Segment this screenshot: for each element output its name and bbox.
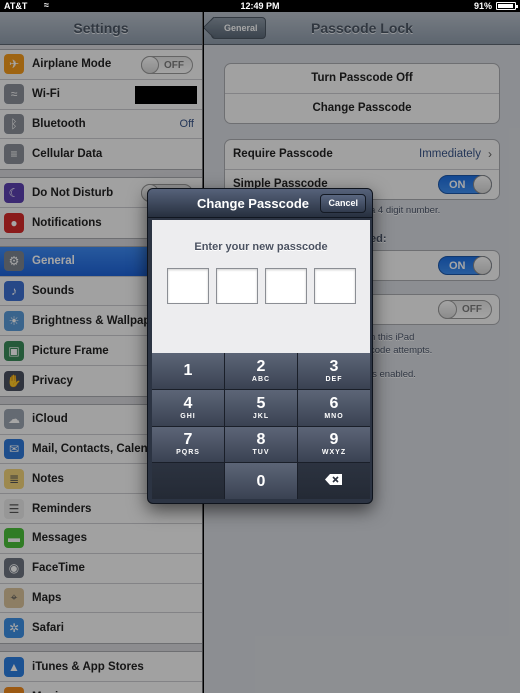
key-digit: 1 <box>183 362 193 380</box>
keypad-key-9[interactable]: 9 WXYZ <box>298 426 370 463</box>
key-letters: PQRS <box>176 449 200 457</box>
passcode-digit-boxes <box>167 268 356 304</box>
key-letters: ABC <box>251 375 271 383</box>
status-bar: AT&T ≈ 12:49 PM 91% <box>0 0 520 12</box>
numeric-keypad: 1 2 ABC 3 DEF 4 GHI 5 JKL 6 MNO 7 PQRS 8 TUV 9 WXYZ 0 <box>152 353 370 499</box>
key-letters: GHI <box>180 412 196 420</box>
dialog-titlebar: Change Passcode Cancel <box>148 189 372 218</box>
keypad-key-2[interactable]: 2 ABC <box>225 353 297 389</box>
keypad-key-7[interactable]: 7 PQRS <box>152 426 224 463</box>
change-passcode-dialog: Change Passcode Cancel Enter your new pa… <box>147 188 373 504</box>
key-digit: 5 <box>256 394 266 412</box>
key-digit: 4 <box>183 394 193 412</box>
keypad-key-5[interactable]: 5 JKL <box>225 389 297 426</box>
keypad-key-3[interactable]: 3 DEF <box>298 353 370 389</box>
key-digit: 7 <box>183 431 193 449</box>
passcode-digit-box[interactable] <box>265 268 307 304</box>
keypad-delete-key[interactable] <box>298 463 370 499</box>
battery-icon <box>496 2 518 10</box>
key-digit: 8 <box>256 431 266 449</box>
cancel-button[interactable]: Cancel <box>320 194 366 213</box>
key-digit: 2 <box>256 357 266 375</box>
battery-percent: 91% <box>473 1 492 11</box>
delete-icon <box>325 472 343 490</box>
keypad-key-8[interactable]: 8 TUV <box>225 426 297 463</box>
clock: 12:49 PM <box>240 1 280 11</box>
key-letters: WXYZ <box>321 449 347 457</box>
keypad-blank <box>152 463 224 499</box>
key-letters: JKL <box>252 412 270 420</box>
passcode-digit-box[interactable] <box>314 268 356 304</box>
keypad-key-4[interactable]: 4 GHI <box>152 389 224 426</box>
key-digit: 3 <box>329 357 339 375</box>
passcode-digit-box[interactable] <box>216 268 258 304</box>
key-letters: MNO <box>324 412 344 420</box>
key-letters: TUV <box>252 449 270 457</box>
keypad-key-6[interactable]: 6 MNO <box>298 389 370 426</box>
keypad-key-0[interactable]: 0 <box>225 463 297 499</box>
key-letters: DEF <box>325 375 343 383</box>
passcode-prompt: Enter your new passcode <box>194 241 328 253</box>
key-digit: 0 <box>256 472 266 490</box>
key-digit: 9 <box>329 431 339 449</box>
key-digit: 6 <box>329 394 339 412</box>
passcode-entry-area: Enter your new passcode <box>152 220 370 353</box>
keypad-key-1[interactable]: 1 <box>152 353 224 389</box>
passcode-digit-box[interactable] <box>167 268 209 304</box>
